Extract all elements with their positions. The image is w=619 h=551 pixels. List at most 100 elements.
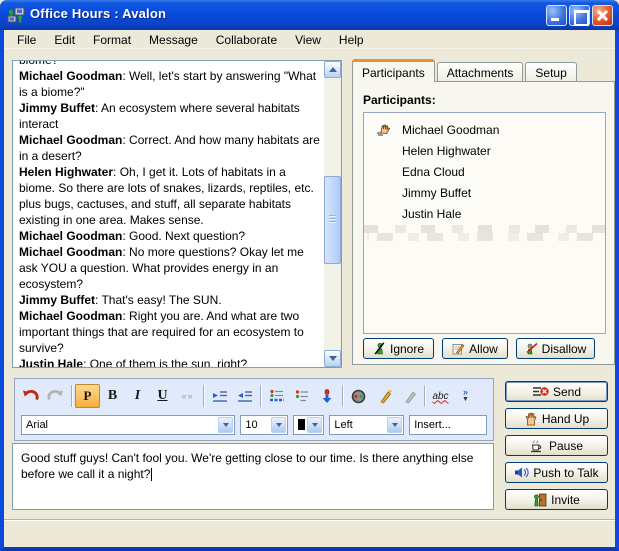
horizontal-rule-button[interactable] bbox=[264, 384, 289, 408]
status-dial-button[interactable] bbox=[346, 384, 371, 408]
indent-button[interactable] bbox=[207, 384, 232, 408]
allow-pencil-icon bbox=[452, 342, 465, 355]
menu-item-view[interactable]: View bbox=[286, 30, 330, 49]
send-icon bbox=[532, 385, 549, 398]
combo-arrow-icon[interactable] bbox=[387, 417, 402, 433]
chat-message: Jimmy Buffet: That's easy! The SUN. bbox=[19, 292, 321, 308]
redo-button[interactable] bbox=[43, 384, 68, 408]
menu-item-edit[interactable]: Edit bbox=[45, 30, 84, 49]
color-swatch bbox=[298, 419, 305, 430]
underline-button[interactable]: U bbox=[150, 384, 175, 408]
combo-arrow-icon[interactable] bbox=[271, 417, 286, 433]
font-size-value: 10 bbox=[245, 419, 257, 431]
scroll-down-button[interactable] bbox=[324, 350, 341, 367]
speaking-indicator bbox=[376, 124, 402, 136]
status-dial-icon bbox=[351, 389, 366, 404]
plain-format-icon: «» bbox=[181, 391, 193, 401]
participant-row[interactable]: Justin Hale bbox=[364, 203, 605, 224]
push-to-talk-label: Push to Talk bbox=[533, 466, 598, 480]
participant-name: Helen Highwater bbox=[402, 144, 491, 158]
speaker-icon bbox=[514, 466, 529, 479]
chat-message: Michael Goodman: Right you are. And what… bbox=[19, 308, 321, 356]
format-painter-button[interactable] bbox=[396, 384, 421, 408]
spellcheck-icon: abc bbox=[432, 391, 448, 402]
chat-message: Jimmy Buffet: An ecosystem where several… bbox=[19, 100, 321, 132]
insert-below-icon bbox=[320, 389, 334, 404]
ignore-button[interactable]: Ignore bbox=[363, 338, 434, 359]
send-button[interactable]: Send bbox=[505, 381, 608, 402]
allow-label: Allow bbox=[469, 342, 498, 356]
undo-button[interactable] bbox=[18, 384, 43, 408]
menu-item-message[interactable]: Message bbox=[140, 30, 207, 49]
participant-row[interactable]: Helen Highwater bbox=[364, 140, 605, 161]
menubar: FileEditFormatMessageCollaborateViewHelp bbox=[4, 30, 615, 49]
scrollbar-thumb[interactable] bbox=[324, 176, 341, 264]
toolbar-overflow-button[interactable]: » ▼ bbox=[453, 384, 478, 408]
app-icon bbox=[7, 7, 25, 23]
participant-row[interactable]: Michael Goodman bbox=[364, 119, 605, 140]
chat-message: Michael Goodman: No more questions? Okay… bbox=[19, 244, 321, 292]
pause-label: Pause bbox=[549, 439, 583, 453]
alignment-combo[interactable]: Left bbox=[329, 415, 404, 435]
font-family-combo[interactable]: Arial bbox=[21, 415, 235, 435]
message-text: Good stuff guys! Can't fool you. We're g… bbox=[21, 451, 473, 481]
send-label: Send bbox=[553, 385, 581, 399]
invite-button[interactable]: Invite bbox=[505, 489, 608, 510]
participant-row[interactable]: Edna Cloud bbox=[364, 161, 605, 182]
outdent-button[interactable] bbox=[232, 384, 257, 408]
undo-icon bbox=[22, 389, 39, 404]
plain-format-button[interactable]: «» bbox=[175, 384, 200, 408]
invite-label: Invite bbox=[551, 493, 580, 507]
font-family-value: Arial bbox=[26, 419, 48, 431]
chat-message: Michael Goodman: Good. Next question? bbox=[19, 228, 321, 244]
combo-arrow-icon[interactable] bbox=[307, 417, 322, 433]
disallow-button[interactable]: Disallow bbox=[516, 338, 595, 359]
tab-attachments[interactable]: Attachments bbox=[437, 62, 524, 82]
list-button[interactable] bbox=[289, 384, 314, 408]
transcript-scrollbar[interactable] bbox=[324, 61, 341, 367]
insert-combo[interactable]: Insert... bbox=[409, 415, 487, 435]
maximize-button[interactable] bbox=[569, 5, 590, 26]
insert-value: Insert... bbox=[414, 419, 451, 431]
horizontal-rule-icon bbox=[269, 389, 285, 403]
toolbar-separator bbox=[260, 385, 261, 407]
participants-list[interactable]: Michael Goodman Helen Highwater Edna Cloud… bbox=[363, 112, 606, 334]
combo-arrow-icon[interactable] bbox=[218, 417, 233, 433]
chat-message: Michael Goodman: Correct. And how many h… bbox=[19, 132, 321, 164]
text-caret bbox=[151, 468, 152, 481]
participant-row[interactable]: Jimmy Buffet bbox=[364, 182, 605, 203]
scroll-up-button[interactable] bbox=[324, 61, 341, 78]
menu-item-help[interactable]: Help bbox=[330, 30, 373, 49]
tab-setup[interactable]: Setup bbox=[525, 62, 576, 82]
message-input[interactable]: Good stuff guys! Can't fool you. We're g… bbox=[12, 443, 494, 510]
participants-label: Participants: bbox=[363, 93, 436, 107]
insert-below-button[interactable] bbox=[314, 384, 339, 408]
overflow-icon: » ▼ bbox=[462, 389, 469, 403]
coffee-cup-icon bbox=[530, 439, 545, 453]
paragraph-style-button[interactable]: P bbox=[75, 384, 100, 408]
highlighter-button[interactable] bbox=[371, 384, 396, 408]
spellcheck-button[interactable]: abc bbox=[428, 384, 453, 408]
pause-button[interactable]: Pause bbox=[505, 435, 608, 456]
font-size-combo[interactable]: 10 bbox=[240, 415, 288, 435]
chat-message: Helen Highwater: Oh, I get it. Lots of h… bbox=[19, 164, 321, 228]
bold-button[interactable]: B bbox=[100, 384, 125, 408]
hand-up-button[interactable]: Hand Up bbox=[505, 408, 608, 429]
indent-icon bbox=[212, 389, 228, 403]
titlebar[interactable]: Office Hours : Avalon bbox=[0, 0, 619, 30]
paragraph-glyph: P bbox=[84, 388, 92, 404]
push-to-talk-button[interactable]: Push to Talk bbox=[505, 462, 608, 483]
font-color-combo[interactable] bbox=[293, 415, 324, 435]
chat-message: Justin Hale: One of them is the sun, rig… bbox=[19, 356, 321, 367]
tab-participants[interactable]: Participants bbox=[352, 59, 435, 82]
italic-button[interactable]: I bbox=[125, 384, 150, 408]
list-icon bbox=[294, 389, 310, 403]
chat-transcript[interactable]: biome?Michael Goodman: Well, let's start… bbox=[12, 60, 342, 368]
menu-item-file[interactable]: File bbox=[8, 30, 45, 49]
allow-button[interactable]: Allow bbox=[442, 338, 508, 359]
close-button[interactable] bbox=[592, 5, 613, 26]
menu-item-collaborate[interactable]: Collaborate bbox=[207, 30, 286, 49]
italic-glyph: I bbox=[135, 388, 140, 404]
minimize-button[interactable] bbox=[546, 5, 567, 26]
menu-item-format[interactable]: Format bbox=[84, 30, 140, 49]
